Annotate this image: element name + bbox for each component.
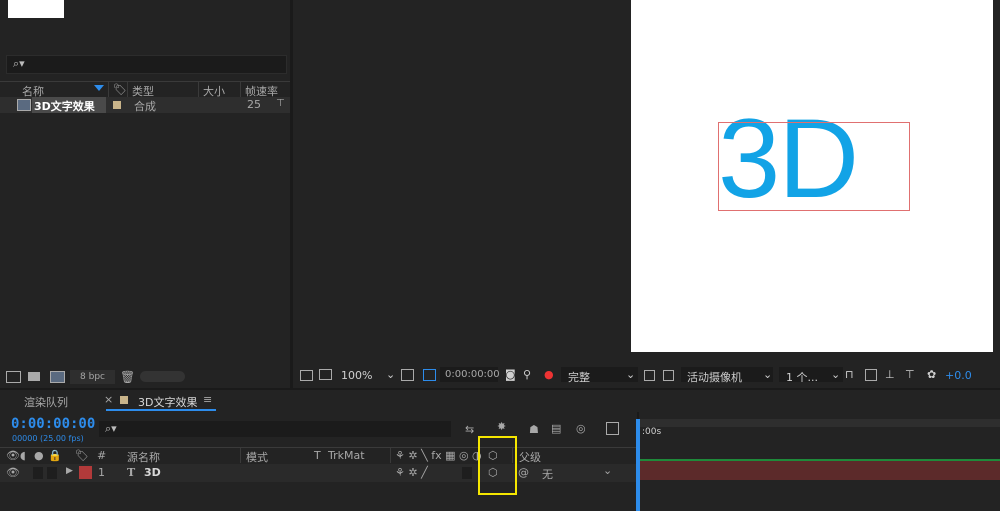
project-item-name: 3D文字效果 — [34, 100, 95, 113]
composition-mini-flowchart-icon[interactable]: ⇆ — [465, 423, 474, 436]
solo-box[interactable] — [33, 467, 43, 479]
new-composition-icon[interactable] — [50, 371, 65, 383]
col-trkmat: TrkMat — [328, 449, 365, 462]
sort-arrow-icon[interactable] — [94, 85, 104, 91]
hide-shy-layers-icon[interactable]: ☗ — [529, 423, 539, 436]
label-color-swatch — [113, 101, 121, 109]
timeline-tabs: 渲染队列 × 3D文字效果 ≡ — [0, 390, 1000, 412]
tab-render-queue[interactable]: 渲染队列 — [24, 394, 68, 410]
bpc-button[interactable]: 8 bpc — [70, 370, 115, 384]
region-of-interest-icon[interactable] — [644, 370, 655, 381]
text-layer-icon: T — [127, 466, 136, 479]
layer-bounding-box — [718, 122, 910, 211]
project-item-row[interactable]: 3D文字效果 合成 25 ⊤ — [0, 97, 290, 113]
ruler-start-label: :00s — [642, 427, 662, 437]
highlight-box-3d-switch — [478, 436, 517, 495]
audio-column-icon: ◖ — [20, 449, 26, 462]
camera-dropdown[interactable]: 活动摄像机 — [687, 369, 742, 385]
interpret-footage-icon[interactable] — [6, 371, 21, 383]
col-hash: # — [97, 449, 107, 462]
transparency-grid-icon[interactable] — [663, 370, 674, 381]
toggle-pixel-aspect-icon[interactable]: ⊓ — [845, 368, 854, 381]
project-thumbnail — [8, 0, 64, 18]
trash-icon[interactable]: 🗑 — [120, 370, 135, 384]
search-icon: ⌕▾ — [13, 57, 25, 70]
col-source-name: 源名称 — [127, 451, 160, 464]
chevron-down-icon[interactable]: ⌄ — [831, 368, 840, 381]
grid-icon[interactable] — [401, 369, 414, 381]
eye-column-icon: 👁 — [6, 449, 20, 462]
project-search-input[interactable]: ⌕▾ — [6, 55, 287, 74]
viewer-toolbar: 100% ⌄ 0:00:00:00 ◙ ⚲ ● 完整 ⌄ 活动摄像机 ⌄ 1 个… — [293, 365, 1000, 385]
close-tab-icon[interactable]: × — [104, 393, 113, 406]
flowchart-icon[interactable]: ⊤ — [905, 368, 915, 381]
tab-active-underline — [106, 409, 216, 411]
layer-name[interactable]: 3D — [144, 466, 161, 479]
tab-comp-3d[interactable]: 3D文字效果 — [138, 394, 197, 410]
chevron-down-icon[interactable]: ⌄ — [386, 368, 395, 381]
lock-column-icon: 🔒 — [48, 449, 62, 462]
col-t: T — [314, 449, 321, 462]
parent-dropdown[interactable]: 无 — [542, 466, 553, 482]
layer-row[interactable]: 👁 ▶ 1 T 3D ⚘ ✲ ╱ ⬡ @ 无 ⌄ — [0, 464, 637, 482]
mask-visibility-icon[interactable] — [423, 369, 436, 381]
expand-arrow-icon[interactable]: ▶ — [66, 466, 73, 476]
pick-whip-icon[interactable]: @ — [518, 466, 529, 479]
resolution-dropdown[interactable]: 完整 — [568, 369, 590, 385]
always-preview-icon[interactable] — [300, 370, 313, 381]
timeline-icon[interactable]: ⊥ — [885, 368, 895, 381]
exposure-value[interactable]: +0.0 — [945, 369, 972, 382]
color-channels-icon[interactable]: ● — [544, 368, 554, 381]
layer-switches-icons[interactable]: ⚘ ✲ ╱ — [395, 466, 428, 479]
project-item-fps: 25 — [247, 98, 261, 111]
show-snapshot-icon[interactable]: ⚲ — [523, 368, 531, 381]
project-item-type: 合成 — [134, 100, 156, 113]
zoom-dropdown[interactable]: 100% — [341, 369, 372, 382]
lock-box[interactable] — [47, 467, 57, 479]
switches-header-icons: ⚘ ✲ ╲ fx ▦ ◎ ◑ — [395, 449, 482, 462]
new-folder-icon[interactable] — [28, 372, 40, 381]
views-dropdown[interactable]: 1 个... — [786, 369, 818, 385]
draft-3d-icon[interactable]: ✸ — [497, 420, 506, 433]
layer-duration-bar[interactable] — [640, 461, 1000, 480]
chevron-down-icon[interactable]: ⌄ — [626, 368, 635, 381]
flowchart-icon[interactable]: ⊤ — [276, 98, 285, 109]
timeline-column-header: 👁 ◖ ● 🔒 🏷 # 源名称 模式 T TrkMat ⚘ ✲ ╲ fx ▦ ◎… — [0, 447, 637, 465]
reset-exposure-icon[interactable]: ✿ — [927, 368, 936, 381]
chevron-down-icon[interactable]: ⌄ — [603, 464, 612, 477]
col-mode: 模式 — [246, 451, 268, 464]
project-scrollbar[interactable] — [140, 371, 185, 382]
camera-snapshot-icon[interactable]: ◙ — [505, 368, 516, 381]
project-footer: 8 bpc 🗑 — [0, 368, 290, 386]
fast-previews-icon[interactable] — [865, 369, 877, 381]
motion-blur-icon[interactable]: ◎ — [576, 422, 586, 435]
chevron-down-icon[interactable]: ⌄ — [763, 368, 772, 381]
project-column-header: 名称 🏷 类型 大小 帧速率 — [0, 81, 290, 98]
eye-icon[interactable]: 👁 — [6, 466, 20, 479]
adjustment-box[interactable] — [462, 467, 472, 479]
timeline-timecode[interactable]: 0:00:00:00 — [11, 416, 95, 432]
time-ruler[interactable]: :00s — [640, 419, 1000, 437]
playhead[interactable] — [636, 419, 640, 511]
frame-blending-icon[interactable]: ▤ — [551, 422, 561, 435]
viewer-timecode[interactable]: 0:00:00:00 — [445, 369, 500, 380]
composition-icon — [17, 99, 31, 111]
col-parent: 父级 — [519, 451, 541, 464]
solo-column-icon: ● — [34, 449, 44, 462]
label-tag-icon[interactable]: 🏷 — [113, 83, 127, 96]
search-icon: ⌕▾ — [105, 422, 117, 435]
graph-editor-icon[interactable] — [606, 422, 619, 435]
monitor-icon[interactable] — [319, 369, 332, 380]
comp-label-swatch — [120, 396, 128, 404]
layer-label-swatch[interactable] — [79, 466, 92, 479]
label-tag-icon: 🏷 — [75, 449, 89, 462]
layer-number: 1 — [98, 466, 105, 479]
tab-menu-icon[interactable]: ≡ — [203, 393, 212, 406]
timeline-search-input[interactable]: ⌕▾ — [99, 421, 451, 437]
timeline-fps-info: 00000 (25.00 fps) — [12, 434, 84, 443]
